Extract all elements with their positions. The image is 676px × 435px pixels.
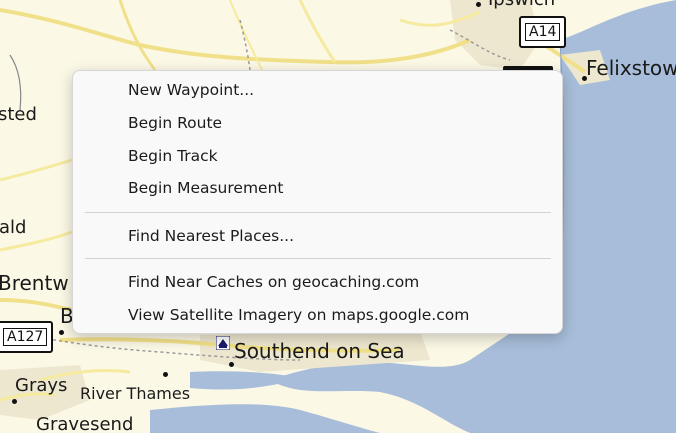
menu-item-begin-route[interactable]: Begin Route (73, 107, 562, 140)
menu-item-new-waypoint[interactable]: New Waypoint... (73, 74, 562, 107)
town-dot-grays (12, 399, 17, 404)
town-dot-billericay (59, 330, 64, 335)
context-menu: New Waypoint... Begin Route Begin Track … (72, 70, 563, 334)
road-shield-a14-label: A14 (525, 23, 561, 41)
town-dot-felixstowe (582, 76, 587, 81)
map-label-grays: Grays (15, 375, 68, 396)
map-label-river-thames: River Thames (80, 384, 191, 403)
map-label-halstead: sted (0, 104, 37, 125)
map-label-witham: ald (0, 217, 27, 238)
menu-item-find-nearest-places[interactable]: Find Nearest Places... (73, 220, 562, 253)
menu-separator (85, 258, 551, 259)
menu-separator (85, 212, 551, 213)
town-dot-thames (163, 372, 168, 377)
airport-icon[interactable] (216, 336, 230, 350)
road-shield-a127-label: A127 (3, 328, 48, 346)
map-label-ipswich: Ipswich (488, 0, 555, 9)
town-dot-ipswich (476, 2, 481, 7)
menu-item-find-near-caches[interactable]: Find Near Caches on geocaching.com (73, 266, 562, 299)
map-label-brentwood: Brentw (0, 271, 69, 295)
road-shield-a14: A14 (519, 16, 567, 48)
map-label-southend: Southend on Sea (234, 339, 405, 363)
menu-item-begin-track[interactable]: Begin Track (73, 140, 562, 173)
road-shield-a127: A127 (0, 321, 54, 353)
map-label-gravesend: Gravesend (36, 414, 134, 435)
town-dot-southend (229, 362, 234, 367)
menu-item-view-satellite-imagery[interactable]: View Satellite Imagery on maps.google.co… (73, 299, 562, 332)
menu-item-begin-measurement[interactable]: Begin Measurement (73, 172, 562, 205)
map-label-felixstowe: Felixstowe (586, 56, 676, 80)
